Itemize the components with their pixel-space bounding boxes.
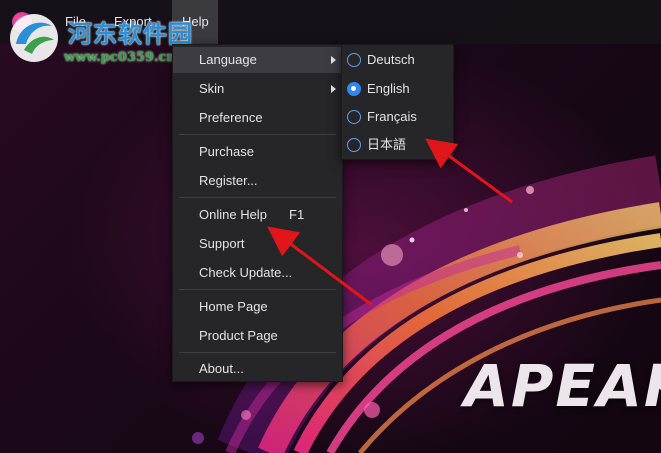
menu-item-label: Language	[199, 52, 257, 67]
language-option-deutsch[interactable]: Deutsch	[342, 46, 453, 74]
menu-item-label: Support	[199, 236, 245, 251]
language-option-japanese[interactable]: 日本語	[342, 131, 453, 159]
menu-item-label: Skin	[199, 81, 225, 96]
radio-button-checked-icon[interactable]	[347, 82, 361, 96]
radio-button-icon[interactable]	[347, 53, 361, 67]
radio-button-icon[interactable]	[347, 138, 361, 152]
menu-item-about[interactable]: About...	[173, 356, 342, 382]
brand-logo-text: APEAK	[464, 352, 661, 420]
menu-item-label: Purchase	[199, 144, 254, 159]
menu-item-label: Product Page	[199, 328, 278, 343]
menu-separator	[179, 352, 336, 353]
menu-item-label: About...	[199, 361, 244, 376]
app-icon	[12, 12, 32, 32]
menu-item-product-page[interactable]: Product Page	[173, 323, 342, 349]
menu-item-skin[interactable]: Skin	[173, 76, 342, 102]
menu-item-register[interactable]: Register...	[173, 168, 342, 194]
language-label: Deutsch	[367, 52, 415, 67]
menu-separator	[179, 134, 336, 135]
language-label: English	[367, 81, 410, 96]
menu-item-home-page[interactable]: Home Page	[173, 294, 342, 320]
language-option-francais[interactable]: Français	[342, 103, 453, 131]
menu-item-support[interactable]: Support	[173, 231, 342, 257]
menu-item-label: Check Update...	[199, 265, 293, 280]
language-submenu: Deutsch English Français 日本語	[341, 44, 454, 160]
menu-file[interactable]: File	[55, 0, 96, 44]
menu-item-check-update[interactable]: Check Update...	[173, 260, 342, 286]
submenu-arrow-icon	[331, 85, 336, 93]
submenu-arrow-icon	[331, 56, 336, 64]
shortcut-label: F1	[289, 207, 305, 222]
menu-item-purchase[interactable]: Purchase	[173, 139, 342, 165]
menu-item-language[interactable]: Language	[173, 47, 342, 73]
language-label: 日本語	[367, 137, 407, 152]
language-option-english[interactable]: English	[342, 75, 453, 103]
radio-button-icon[interactable]	[347, 110, 361, 124]
menu-separator	[179, 197, 336, 198]
menu-item-label: Home Page	[199, 299, 268, 314]
language-label: Français	[367, 109, 417, 124]
menu-help[interactable]: Help	[172, 0, 218, 44]
menu-item-online-help[interactable]: Online Help F1	[173, 202, 342, 228]
menu-export[interactable]: Export	[104, 0, 162, 44]
menubar: File Export Help	[0, 0, 661, 44]
menu-item-label: Register...	[199, 173, 258, 188]
help-dropdown-menu: Language Skin Preference Purchase Regist…	[172, 44, 343, 382]
menu-item-label: Preference	[199, 110, 263, 125]
menu-item-preference[interactable]: Preference	[173, 105, 342, 131]
menu-separator	[179, 289, 336, 290]
menu-item-label: Online Help	[199, 207, 267, 222]
